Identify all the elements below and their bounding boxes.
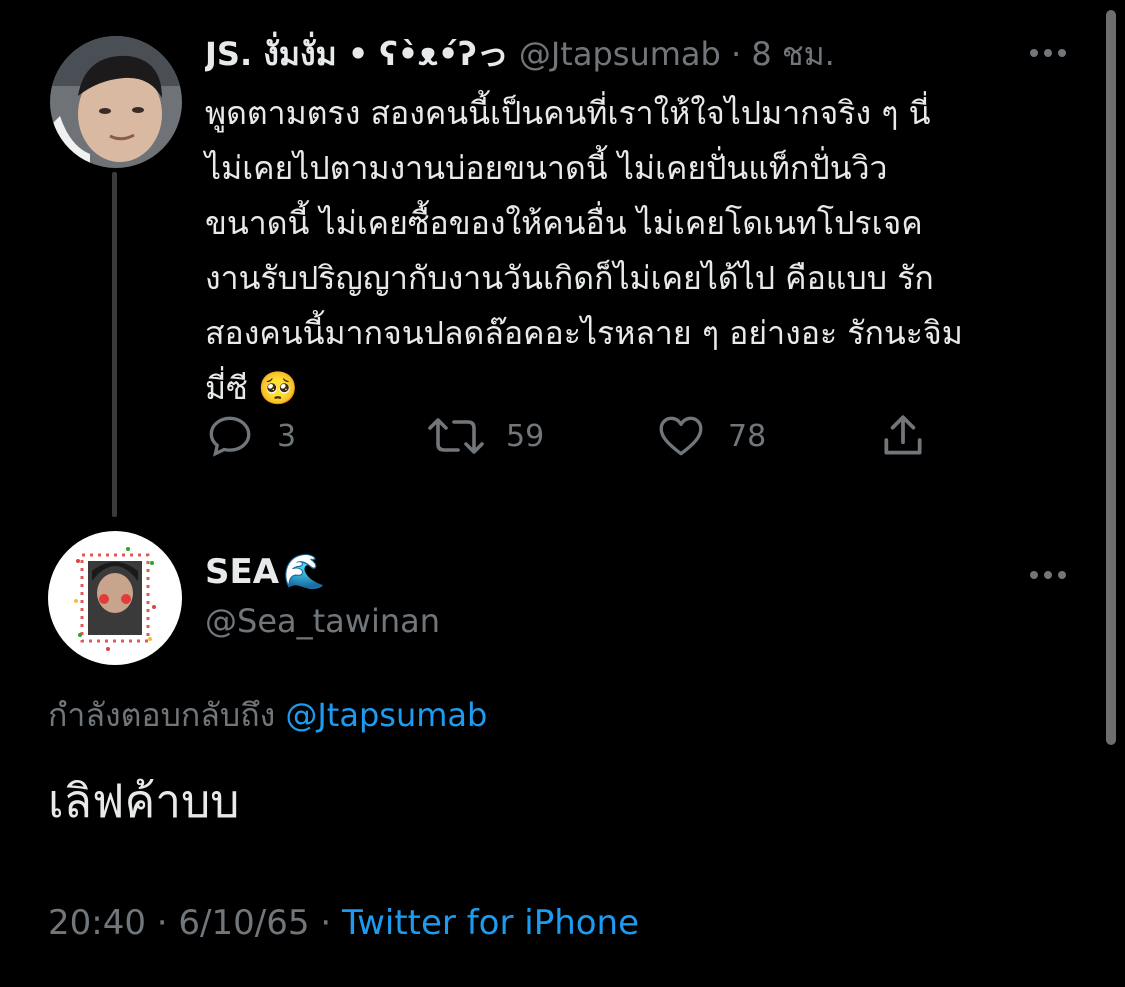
separator-dot: · [320,903,342,943]
more-options-icon[interactable] [1030,565,1076,585]
avatar[interactable] [48,531,182,665]
retweet-button[interactable]: 59 [428,408,544,464]
date: 6/10/65 [178,903,310,943]
avatar-photo [50,36,182,168]
reply-text: เลิฟค้าบบ [48,774,240,828]
tweet-time[interactable]: 8 ชม. [751,35,835,73]
replying-to-line: กำลังตอบกลับถึง @Jtapsumab [48,690,487,741]
share-icon [884,415,922,455]
reply-name-text: SEA [205,552,280,592]
avatar-photo [48,531,182,665]
share-button[interactable] [878,408,928,464]
separator-dot: · [730,35,742,73]
reply-count: 3 [277,418,297,454]
retweet-count: 59 [506,418,545,454]
display-name[interactable]: JS. งั่มงั่ม • ʕ•̀ᴥ•́ʔっ [205,35,509,73]
like-count: 78 [728,418,767,454]
reply-button[interactable]: 3 [205,408,296,464]
like-button[interactable]: 78 [656,408,766,464]
tweet-header: JS. งั่มงั่ม • ʕ•̀ᴥ•́ʔっ @Jtapsumab · 8 ช… [205,30,1025,80]
source-link[interactable]: Twitter for iPhone [342,903,639,943]
replying-to-handle-link[interactable]: @Jtapsumab [285,696,487,734]
tweet-text: พูดตามตรง สองคนนี้เป็นคนที่เราให้ใจไปมาก… [205,94,963,407]
wave-emoji: 🌊 [283,552,326,592]
heart-icon [659,416,703,456]
reply-user-handle[interactable]: @Sea_tawinan [205,602,440,640]
more-options-icon[interactable] [1030,43,1076,63]
user-handle[interactable]: @Jtapsumab [519,35,721,73]
reply-icon [209,416,251,457]
timestamp: 20:40 [48,903,146,943]
tweet-meta: 20:40 · 6/10/65 · Twitter for iPhone [48,903,639,943]
reply-display-name[interactable]: SEA 🌊 [205,552,325,592]
thread-connector-line [112,172,117,517]
separator-dot: · [156,903,179,943]
retweet-icon [428,418,484,454]
replying-to-label: กำลังตอบกลับถึง [48,696,276,734]
avatar[interactable] [50,36,182,168]
scrollbar[interactable] [1106,10,1116,745]
